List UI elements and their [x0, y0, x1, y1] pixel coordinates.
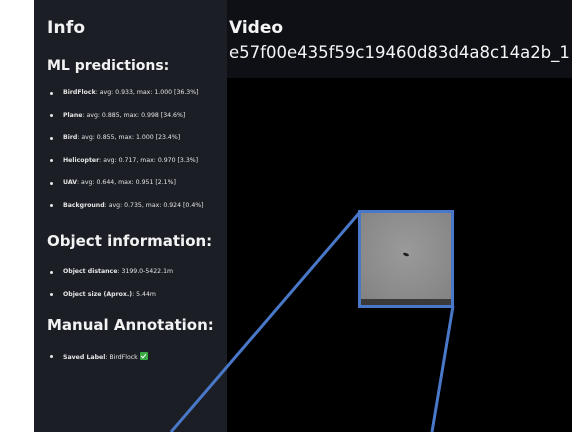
prediction-item-helicopter: Helicopter: avg: 0.717, max: 0.970 [3.3%…	[47, 157, 232, 165]
prediction-item-birdflock: BirdFlock: avg: 0.933, max: 1.000 [36.3%…	[47, 89, 232, 97]
info-sidebar: Info ML predictions: BirdFlock: avg: 0.9…	[34, 0, 227, 432]
object-information-list: Object distance: 3199.0-5422.1m Object s…	[47, 268, 232, 313]
prediction-item-plane: Plane: avg: 0.885, max: 0.998 [34.6%]	[47, 112, 232, 120]
zoom-inset	[358, 210, 454, 308]
prediction-item-uav: UAV: avg: 0.644, max: 0.951 [2.1%]	[47, 179, 232, 187]
manual-annotation-heading: Manual Annotation:	[47, 316, 214, 334]
object-size-item: Object size (Aprox.): 5.44m	[47, 291, 232, 299]
saved-label-item: Saved Label: BirdFlock	[47, 352, 232, 361]
ml-predictions-heading: ML predictions:	[47, 58, 170, 74]
manual-annotation-list: Saved Label: BirdFlock	[47, 352, 232, 361]
prediction-item-bird: Bird: avg: 0.855, max: 1.000 [23.4%]	[47, 134, 232, 142]
zoom-inset-ground	[361, 299, 451, 305]
ml-predictions-list: BirdFlock: avg: 0.933, max: 1.000 [36.3%…	[47, 89, 232, 224]
video-id-label: e57f00e435f59c19460d83d4a8c14a2b_1	[229, 43, 570, 62]
checkmark-icon	[139, 352, 148, 360]
object-information-heading: Object information:	[47, 232, 213, 250]
video-heading: Video	[229, 18, 284, 38]
object-distance-item: Object distance: 3199.0-5422.1m	[47, 268, 232, 276]
sidebar-title: Info	[47, 18, 86, 38]
app-frame: Info ML predictions: BirdFlock: avg: 0.9…	[0, 0, 572, 432]
prediction-item-background: Background: avg: 0.735, max: 0.924 [0.4%…	[47, 202, 232, 210]
